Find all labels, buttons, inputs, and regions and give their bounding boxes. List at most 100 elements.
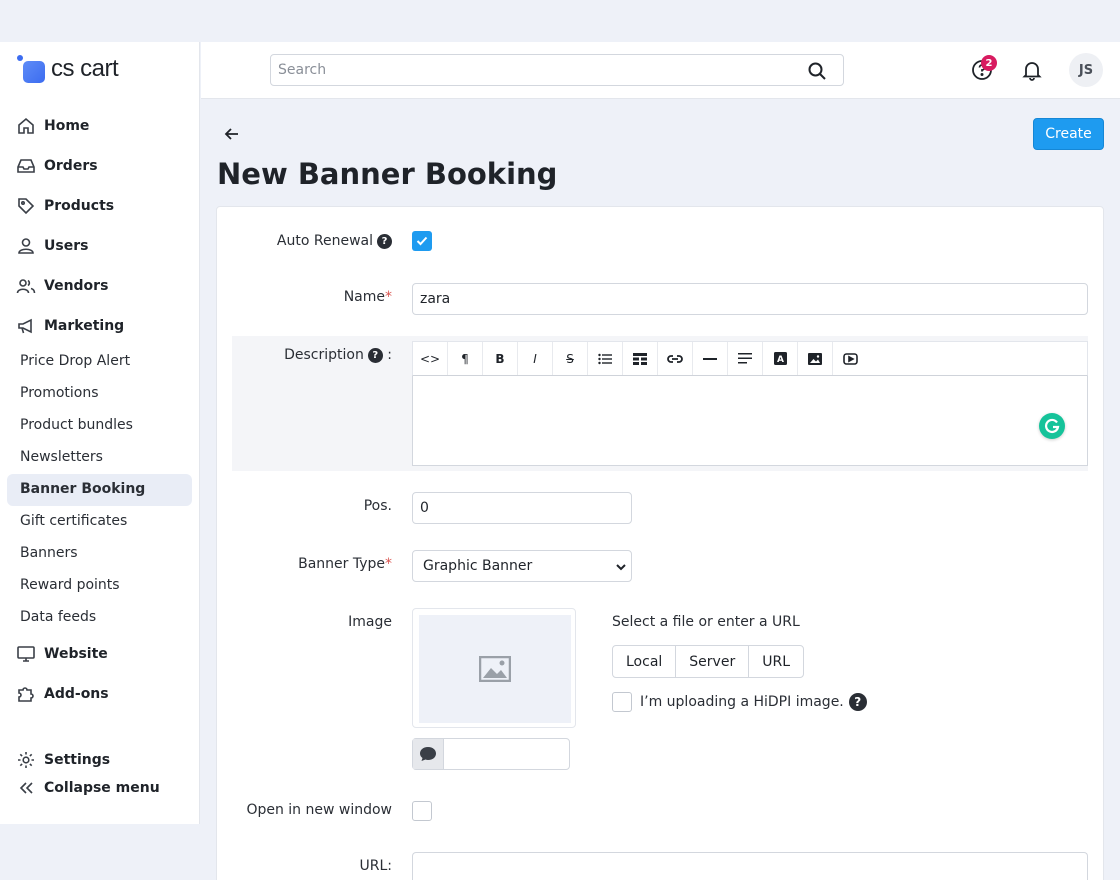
sidebar-item-reward-points[interactable]: Reward points xyxy=(20,577,120,593)
name-label: Name* xyxy=(343,289,392,305)
image-source-group: Local Server URL xyxy=(612,645,804,678)
image-alt-text-field[interactable] xyxy=(412,738,570,770)
nav-item-home[interactable]: Home xyxy=(16,114,89,138)
description-editor[interactable] xyxy=(412,376,1088,466)
nav-label: Marketing xyxy=(44,318,125,334)
name-field[interactable]: zara xyxy=(412,283,1088,315)
image-insert-icon[interactable] xyxy=(798,342,833,375)
cs-cart-logo-icon xyxy=(17,55,45,83)
editor-toolbar: <> ¶ B I S A xyxy=(412,341,1088,376)
sidebar-item-newsletters[interactable]: Newsletters xyxy=(20,449,103,465)
strikethrough-icon[interactable]: S xyxy=(553,342,588,375)
hidpi-checkbox[interactable] xyxy=(612,692,632,712)
url-field[interactable] xyxy=(412,852,1088,880)
banner-type-select[interactable]: Graphic Banner xyxy=(412,550,632,582)
notification-badge: 2 xyxy=(981,55,997,71)
top-bar: 2 JS xyxy=(201,42,1120,99)
home-icon xyxy=(18,117,34,134)
bell-icon[interactable] xyxy=(1021,59,1043,81)
nav-item-marketing[interactable]: Marketing xyxy=(16,314,124,338)
bold-icon[interactable]: B xyxy=(483,342,518,375)
position-label: Pos. xyxy=(363,498,392,514)
checkmark-icon xyxy=(416,236,428,246)
page-title: New Banner Booking xyxy=(217,157,558,191)
tag-icon xyxy=(18,198,35,215)
grammarly-icon[interactable] xyxy=(1039,413,1065,439)
sidebar-item-promotions[interactable]: Promotions xyxy=(20,385,99,401)
bullet-list-icon[interactable] xyxy=(588,342,623,375)
open-new-window-label: Open in new window xyxy=(246,802,392,818)
sidebar-item-gift-certificates[interactable]: Gift certificates xyxy=(20,513,127,529)
nav-label: Users xyxy=(44,238,89,254)
search-icon[interactable] xyxy=(807,61,827,81)
nav-label: Home xyxy=(44,118,90,134)
banner-type-label: Banner Type* xyxy=(298,556,392,572)
help-tooltip-icon[interactable]: ? xyxy=(848,693,867,711)
nav-item-addons[interactable]: Add-ons xyxy=(16,682,109,706)
local-source-button[interactable]: Local xyxy=(613,646,677,677)
banner-type-value: Graphic Banner xyxy=(423,558,533,574)
sidebar-item-product-bundles[interactable]: Product bundles xyxy=(20,417,133,433)
sidebar-item-banners[interactable]: Banners xyxy=(20,545,78,561)
nav-item-vendors[interactable]: Vendors xyxy=(16,274,108,298)
code-view-icon[interactable]: <> xyxy=(413,342,448,375)
server-source-button[interactable]: Server xyxy=(676,646,750,677)
monitor-icon xyxy=(17,646,35,662)
nav-item-products[interactable]: Products xyxy=(16,194,114,218)
puzzle-icon xyxy=(18,687,34,702)
sidebar-item-banner-booking[interactable]: Banner Booking xyxy=(20,481,145,497)
chevron-down-icon xyxy=(616,564,626,571)
collapse-menu-button[interactable]: Collapse menu xyxy=(16,776,160,800)
users-icon xyxy=(16,279,36,294)
search-input[interactable] xyxy=(271,55,791,85)
nav-label: Collapse menu xyxy=(44,780,160,796)
double-chevron-left-icon xyxy=(19,782,33,794)
speech-bubble-icon xyxy=(413,739,444,769)
inbox-icon xyxy=(17,159,35,173)
nav-item-settings[interactable]: Settings xyxy=(16,748,110,772)
auto-renewal-label: Auto Renewal? xyxy=(240,233,392,249)
description-label: Description? : xyxy=(284,347,392,363)
nav-label: Website xyxy=(44,646,108,662)
text-color-icon[interactable]: A xyxy=(763,342,798,375)
logo[interactable]: cs cart xyxy=(17,55,119,83)
back-arrow-icon[interactable] xyxy=(222,124,242,144)
brand-name: cs cart xyxy=(51,55,119,82)
avatar[interactable]: JS xyxy=(1069,53,1103,87)
table-icon[interactable] xyxy=(623,342,658,375)
position-field[interactable]: 0 xyxy=(412,492,632,524)
video-insert-icon[interactable] xyxy=(833,342,868,375)
auto-renewal-checkbox[interactable] xyxy=(412,231,432,251)
image-placeholder-icon xyxy=(479,656,511,682)
horizontal-rule-icon[interactable] xyxy=(693,342,728,375)
help-tooltip-icon[interactable]: ? xyxy=(377,233,392,249)
image-source-hint: Select a file or enter a URL xyxy=(612,614,800,630)
sidebar-item-price-drop-alert[interactable]: Price Drop Alert xyxy=(20,353,130,369)
user-icon xyxy=(18,238,34,254)
help-tooltip-icon[interactable]: ? xyxy=(367,347,383,363)
create-button[interactable]: Create xyxy=(1033,118,1104,150)
image-label: Image xyxy=(348,614,392,630)
sidebar: cs cart Home Orders Products Users Vendo… xyxy=(0,42,200,824)
nav-item-orders[interactable]: Orders xyxy=(16,154,98,178)
align-icon[interactable] xyxy=(728,342,763,375)
search-box xyxy=(270,54,844,86)
paragraph-icon[interactable]: ¶ xyxy=(448,342,483,375)
nav-item-users[interactable]: Users xyxy=(16,234,88,258)
nav-label: Products xyxy=(44,198,115,214)
nav-label: Add-ons xyxy=(44,686,109,702)
svg-text:A: A xyxy=(777,355,784,365)
nav-item-website[interactable]: Website xyxy=(16,642,108,666)
italic-icon[interactable]: I xyxy=(518,342,553,375)
url-source-button[interactable]: URL xyxy=(749,646,803,677)
nav-label: Settings xyxy=(44,752,111,768)
image-preview xyxy=(412,608,576,728)
open-new-window-checkbox[interactable] xyxy=(412,801,432,821)
gear-icon xyxy=(18,752,34,768)
nav-label: Vendors xyxy=(44,278,109,294)
sidebar-item-data-feeds[interactable]: Data feeds xyxy=(20,609,96,625)
megaphone-icon xyxy=(18,318,32,334)
nav-label: Orders xyxy=(44,158,98,174)
url-label: URL: xyxy=(359,858,393,874)
link-icon[interactable] xyxy=(658,342,693,375)
